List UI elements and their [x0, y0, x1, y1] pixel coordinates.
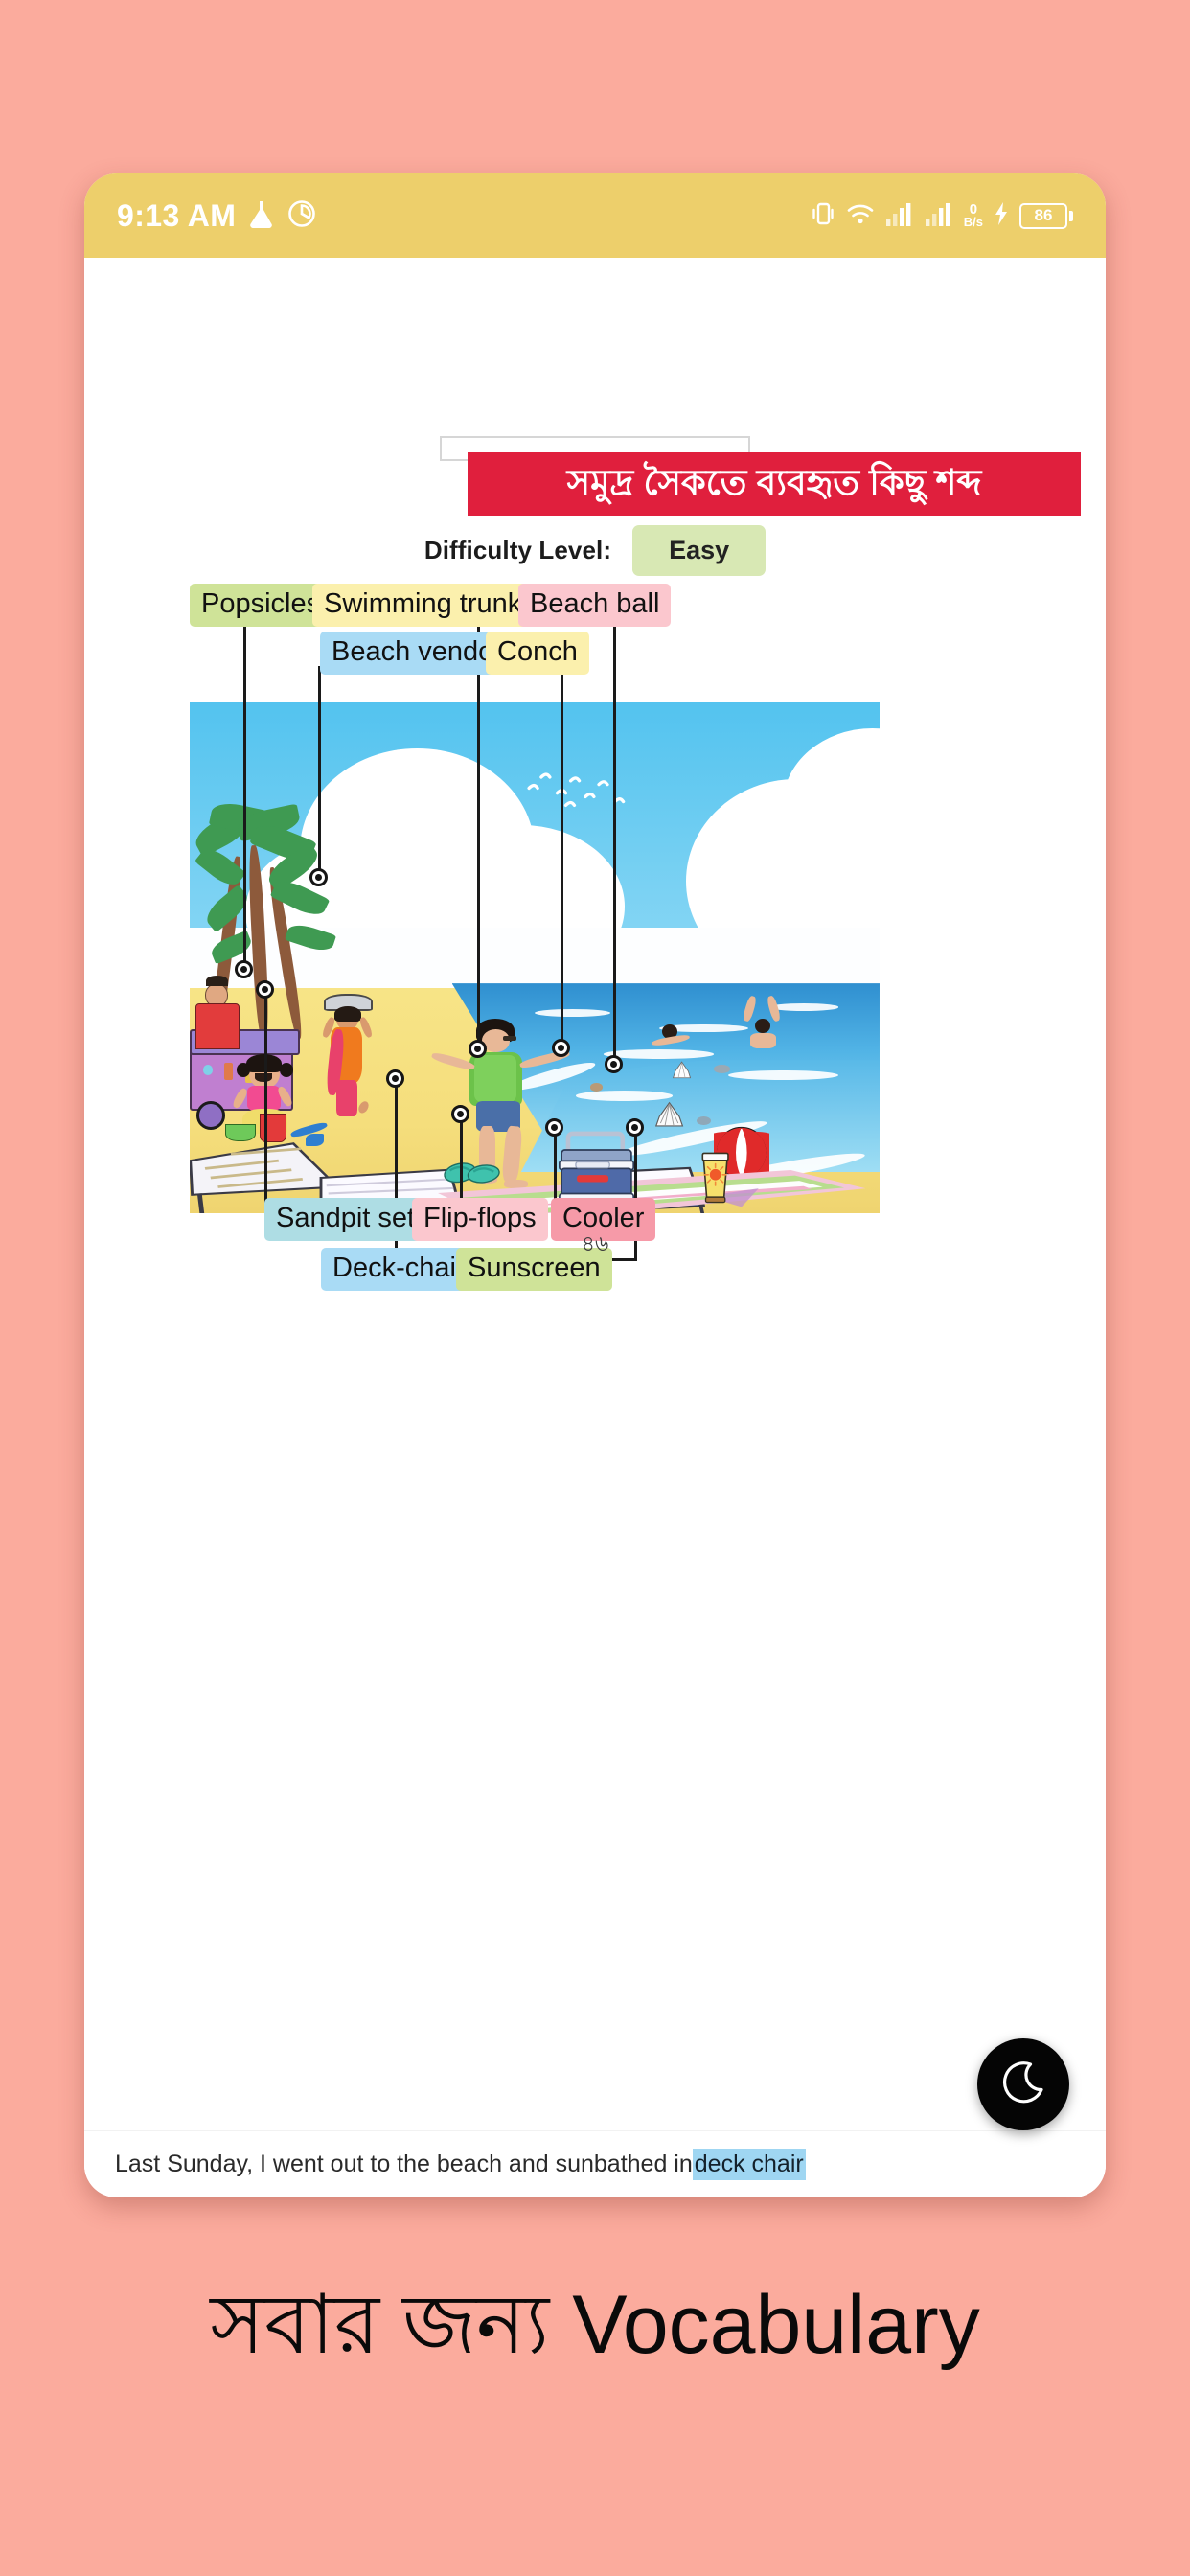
label-conch[interactable]: Conch — [486, 632, 589, 676]
page-number: ৪৬ — [581, 1231, 609, 1255]
network-speed-unit: B/s — [963, 214, 983, 229]
moon-icon — [999, 2058, 1047, 2111]
worksheet-page: সমুদ্র সৈকতে ব্যবহৃত কিছু শব্দ Difficult… — [84, 258, 1106, 2197]
leader-line-popsicles — [243, 620, 246, 970]
signal-bars-icon — [885, 200, 914, 232]
marker-conch — [552, 1039, 570, 1057]
marker-sandpit-set — [256, 980, 274, 999]
status-time: 9:13 AM — [117, 197, 237, 233]
marker-flip-flops — [451, 1105, 469, 1123]
battery-indicator: 86 — [1019, 202, 1073, 229]
leader-line-beach-vendor — [318, 666, 321, 877]
marker-swimming-trunks — [469, 1040, 487, 1058]
shutter-icon — [287, 199, 316, 233]
label-popsicles[interactable]: Popsicles — [190, 584, 332, 628]
leader-line-sandpit-set — [264, 988, 267, 1220]
sentence-highlight[interactable]: deck chair — [692, 2149, 806, 2180]
flask-icon — [249, 199, 274, 233]
marker-popsicles — [235, 960, 253, 978]
phone-frame: 9:13 AM 0 B/s 86 সমুদ্র সৈকতে ব্যবহৃত কি… — [84, 173, 1106, 2197]
page-title: সমুদ্র সৈকতে ব্যবহৃত কিছু শব্দ — [468, 452, 1081, 516]
sunscreen-tube — [690, 1147, 741, 1208]
difficulty-badge: Easy — [632, 525, 767, 576]
label-beach-ball[interactable]: Beach ball — [518, 584, 672, 628]
beach-illustration — [190, 702, 880, 1213]
leader-line-conch — [561, 666, 563, 1047]
dark-mode-toggle-button[interactable] — [977, 2038, 1069, 2130]
wifi-icon — [846, 201, 875, 231]
vibrate-icon — [811, 199, 835, 233]
foam — [535, 1008, 611, 1017]
pebble — [589, 1083, 603, 1092]
birds-icon — [527, 772, 626, 808]
pebble — [697, 1116, 711, 1125]
difficulty-label: Difficulty Level: — [423, 536, 612, 564]
flip-flops — [435, 1155, 511, 1188]
charging-bolt-icon — [994, 201, 1009, 231]
battery-tip — [1069, 210, 1073, 221]
foam — [768, 1003, 838, 1011]
example-sentence-bar: Last Sunday, I went out to the beach and… — [84, 2130, 1106, 2197]
screen-root: 9:13 AM 0 B/s 86 সমুদ্র সৈকতে ব্যবহৃত কি… — [0, 0, 1190, 2576]
marker-beach-ball — [605, 1055, 623, 1073]
conch-shell — [649, 1101, 690, 1129]
marker-beach-vendor — [309, 868, 328, 886]
status-bar: 9:13 AM 0 B/s 86 — [84, 173, 1106, 258]
conch-shell-small — [666, 1060, 698, 1080]
foam — [576, 1091, 673, 1101]
leader-line-beach-ball — [613, 620, 616, 1064]
marker-cooler — [545, 1118, 563, 1137]
title-shadow-box: সমুদ্র সৈকতে ব্যবহৃত কিছু শব্দ — [440, 436, 1081, 516]
title-area: সমুদ্র সৈকতে ব্যবহৃত কিছু শব্দ — [84, 436, 1106, 516]
battery-level: 86 — [1019, 202, 1067, 229]
leader-line-swimming-trunks — [477, 620, 480, 1049]
signal-bars-2-icon — [925, 200, 953, 232]
bottom-caption: সবার জন্য Vocabulary — [210, 2279, 980, 2371]
difficulty-row: Difficulty Level: Easy — [84, 525, 1106, 576]
status-bar-right: 0 B/s 86 — [811, 199, 1073, 233]
sentence-prefix: Last Sunday, I went out to the beach and… — [115, 2150, 693, 2177]
labelled-diagram: Popsicles Swimming trunks Beach ball Bea… — [105, 570, 1085, 1292]
marker-deck-chair — [386, 1070, 404, 1088]
marker-sunscreen — [626, 1118, 644, 1137]
status-bar-left: 9:13 AM — [117, 198, 316, 234]
network-speed-indicator: 0 B/s — [963, 201, 983, 229]
label-swimming-trunks[interactable]: Swimming trunks — [312, 584, 547, 628]
